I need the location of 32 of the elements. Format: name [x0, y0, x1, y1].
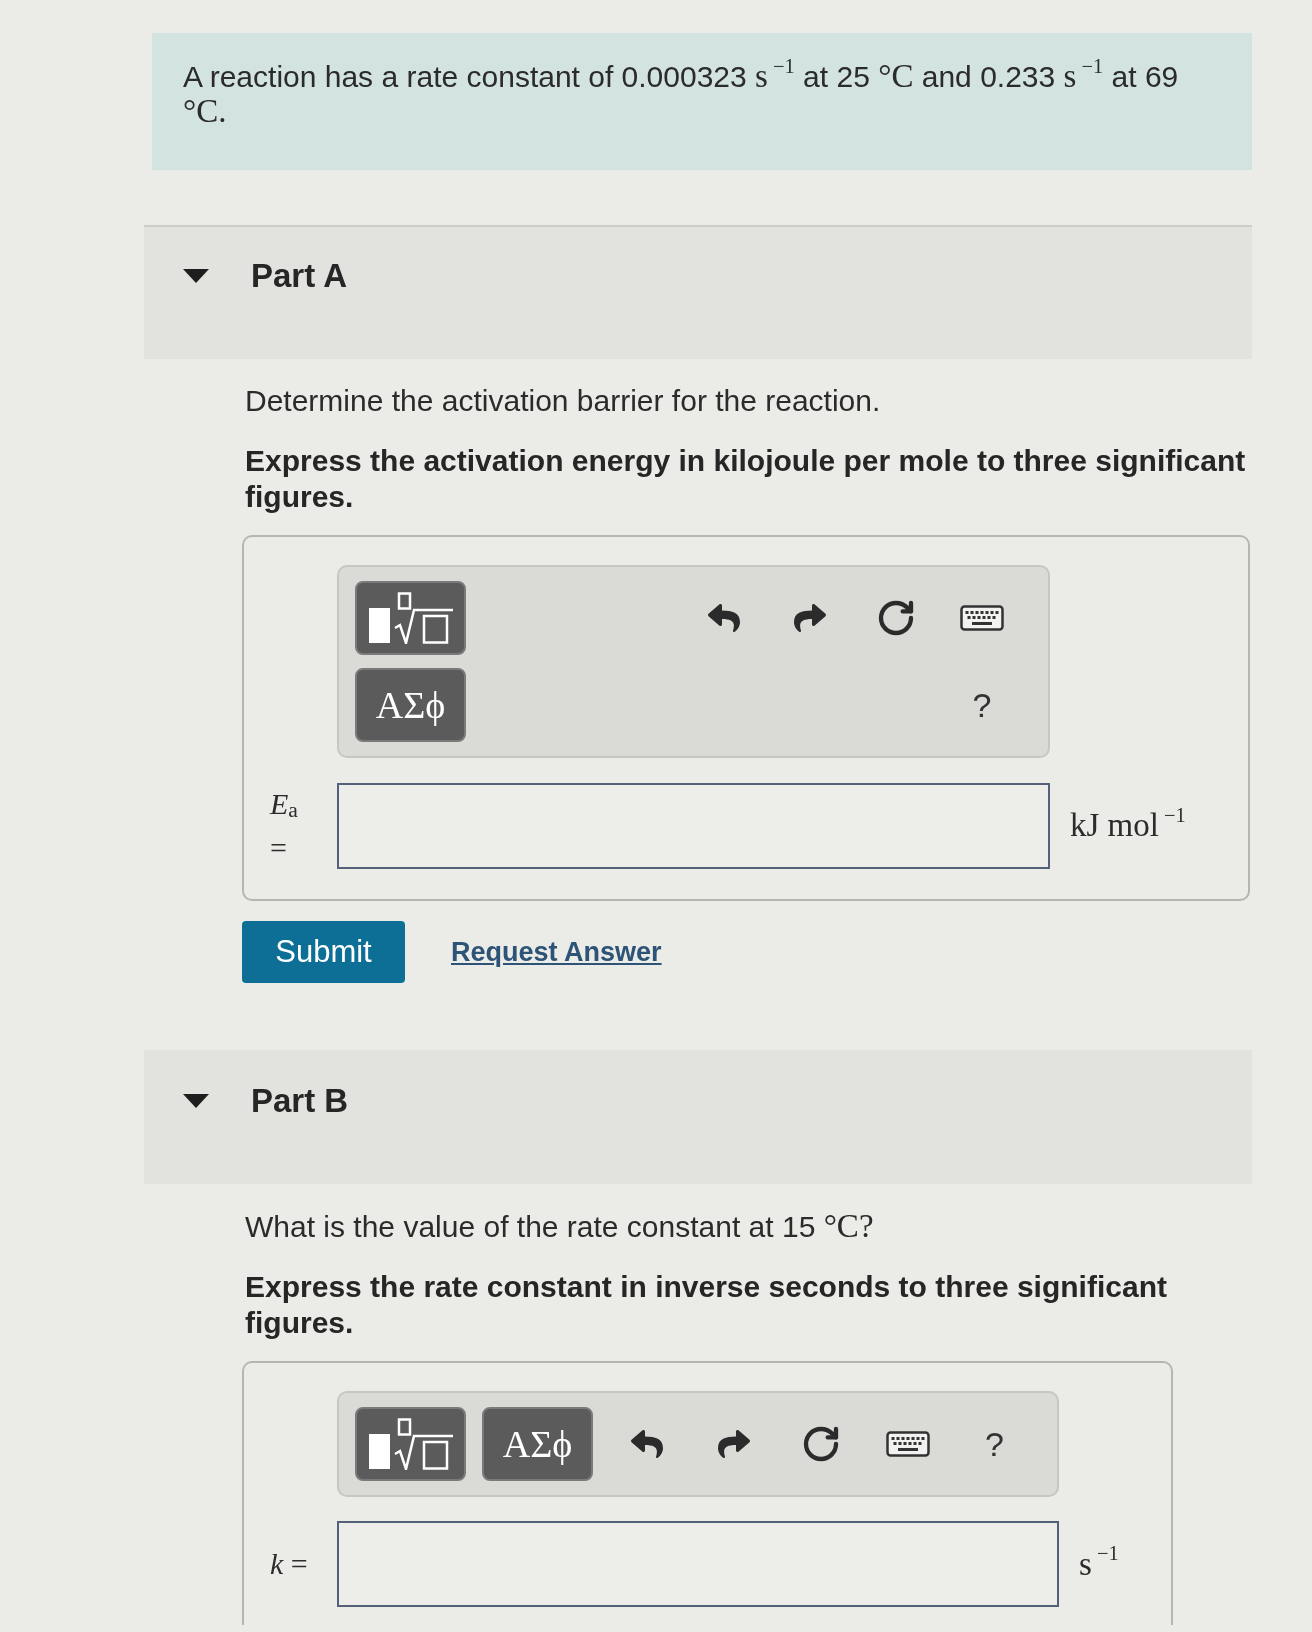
caret-icon[interactable]	[183, 1094, 209, 1108]
problem-statement: A reaction has a rate constant of 0.000323 s$^{−1}$ at 25 °C and 0.233 s$^{−1}$ at 69 °C.	[183, 59, 1180, 129]
answer-label: k =	[270, 1546, 309, 1583]
answer-label: E$_{a}$ =	[270, 786, 299, 866]
answer-field[interactable]	[337, 782, 1050, 869]
symbols-button[interactable]: ΑΣϕ	[482, 1407, 593, 1481]
submit-button[interactable]: Submit	[242, 921, 405, 983]
redo-icon[interactable]	[794, 602, 826, 634]
undo-icon[interactable]	[630, 1428, 663, 1460]
part-title: Part B	[251, 1082, 349, 1120]
reset-icon[interactable]	[876, 598, 916, 638]
instruction-text: Express the rate constant in inverse seconds to three significant figures.	[245, 1269, 1168, 1341]
instruction-text: Express the activation energy in kilojoule per mole to three significant figures.	[245, 443, 1247, 515]
unit-label: s$^{−1}$	[1078, 1545, 1120, 1583]
keyboard-icon[interactable]	[960, 605, 1004, 631]
question-text: What is the value of the rate constant at 15 °C?	[245, 1208, 875, 1245]
part-title: Part A	[251, 257, 347, 295]
symbols-button[interactable]: ΑΣϕ	[355, 668, 466, 742]
templates-button[interactable]	[355, 1407, 466, 1481]
answer-field[interactable]	[337, 1521, 1059, 1607]
redo-icon[interactable]	[717, 1428, 750, 1460]
templates-button[interactable]	[355, 581, 466, 655]
keyboard-icon[interactable]	[885, 1431, 930, 1457]
request-answer-link[interactable]: Request Answer	[451, 936, 662, 968]
radical-template-icon	[367, 592, 454, 644]
undo-icon[interactable]	[708, 602, 740, 634]
caret-icon[interactable]	[183, 269, 209, 283]
help-button[interactable]: ?	[972, 688, 992, 722]
radical-template-icon	[367, 1418, 454, 1470]
question-text: Determine the activation barrier for the reaction.	[245, 383, 882, 419]
help-button[interactable]: ?	[985, 1427, 1004, 1461]
unit-label: kJ mol$^{−1}$	[1069, 807, 1187, 844]
